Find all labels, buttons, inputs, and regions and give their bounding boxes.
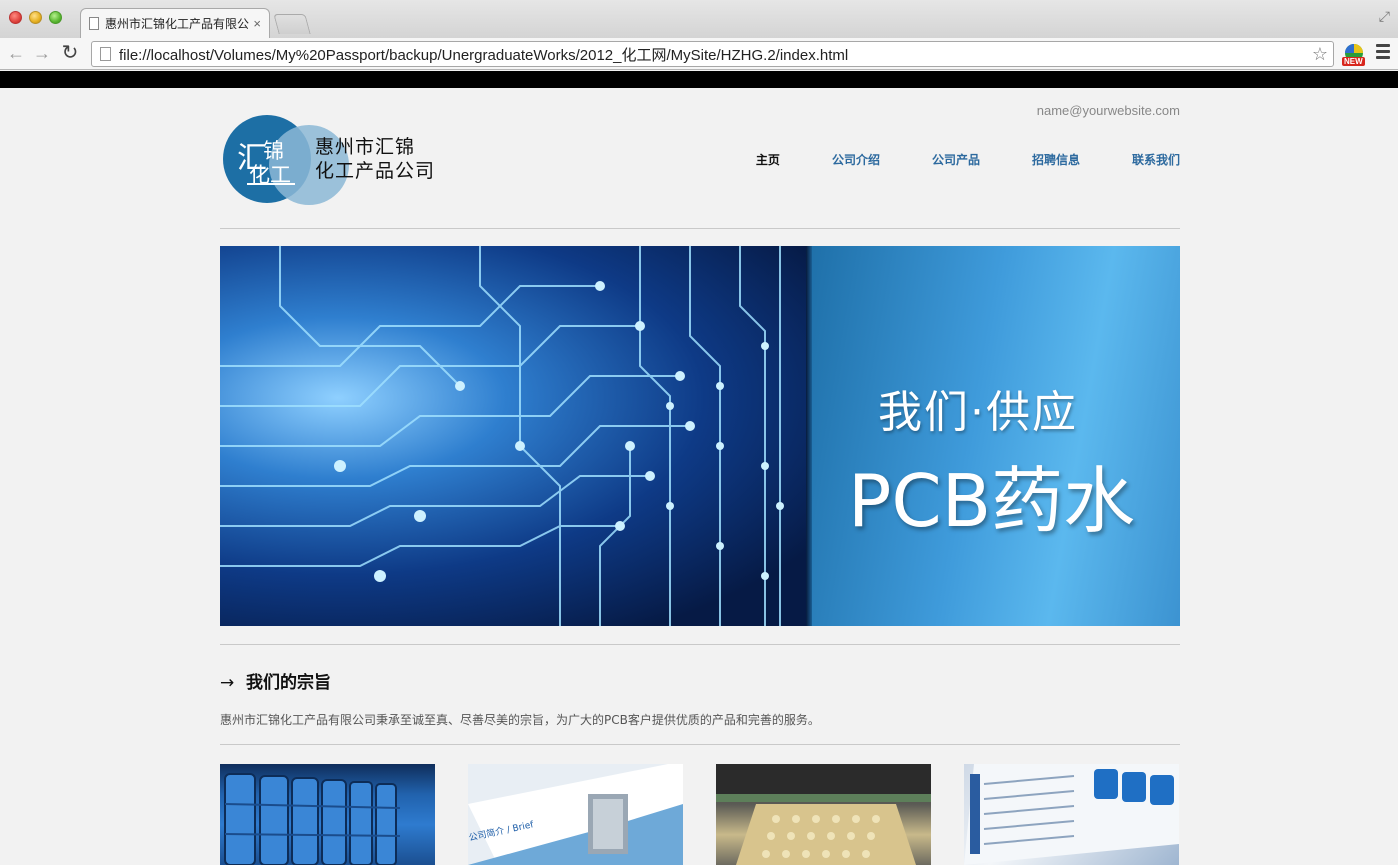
fullscreen-icon[interactable]: ⤢ xyxy=(1379,8,1390,25)
menu-icon[interactable] xyxy=(1376,44,1390,62)
browser-tabstrip: 惠州市汇锦化工产品有限公司 × ⤢ xyxy=(0,0,1398,38)
zoom-window-button[interactable] xyxy=(49,11,62,24)
nav-jobs[interactable]: 招聘信息 xyxy=(1032,151,1080,168)
section-heading: → 我们的宗旨 xyxy=(220,668,331,693)
thumbnail-row: 公司简介 / Brief xyxy=(220,764,1180,865)
logo-line-1: 惠州市汇锦 xyxy=(315,136,416,158)
tab-title: 惠州市汇锦化工产品有限公司 xyxy=(105,17,250,31)
nav-home[interactable]: 主页 xyxy=(756,151,780,168)
company-logo[interactable]: 汇 锦 化工 惠州市汇锦 化工产品公司 xyxy=(223,115,443,205)
hero-banner: 我们·供应 PCB药水 xyxy=(220,246,1180,626)
divider xyxy=(220,744,1180,745)
minimize-window-button[interactable] xyxy=(29,11,42,24)
page-icon xyxy=(100,47,111,61)
nav-products[interactable]: 公司产品 xyxy=(932,151,980,168)
browser-toolbar: ← → ↻ file://localhost/Volumes/My%20Pass… xyxy=(0,38,1398,70)
thumbnail-company-brochure[interactable]: 公司简介 / Brief xyxy=(468,764,683,865)
page-container: name@yourwebsite.com 汇 锦 化工 惠州市汇锦 化工产品公司… xyxy=(220,88,1180,865)
back-arrow-icon[interactable]: ← xyxy=(4,41,28,65)
circuit-board-image xyxy=(220,246,810,626)
logo-line-2: 化工产品公司 xyxy=(315,160,436,182)
nav-contact[interactable]: 联系我们 xyxy=(1132,151,1180,168)
thumbnail-chemical-drums[interactable] xyxy=(220,764,435,865)
main-nav: 主页 公司介绍 公司产品 招聘信息 联系我们 xyxy=(704,151,1180,168)
right-arrow-icon: → xyxy=(220,673,235,693)
banner-product: PCB药水 xyxy=(848,459,1136,543)
section-description: 惠州市汇锦化工产品有限公司秉承至诚至真、尽善尽美的宗旨，为广大的PCB客户提供优… xyxy=(220,713,820,727)
header-email[interactable]: name@yourwebsite.com xyxy=(1037,103,1180,118)
extension-new-badge: NEW xyxy=(1342,57,1365,66)
reload-icon[interactable]: ↻ xyxy=(58,41,82,65)
thumbnail-product-catalog[interactable] xyxy=(964,764,1179,865)
url-text[interactable]: file://localhost/Volumes/My%20Passport/b… xyxy=(119,44,1307,65)
nav-about[interactable]: 公司介绍 xyxy=(832,151,880,168)
forward-arrow-icon[interactable]: → xyxy=(30,41,54,65)
section-title-text: 我们的宗旨 xyxy=(246,673,331,693)
close-window-button[interactable] xyxy=(9,11,22,24)
divider xyxy=(220,644,1180,645)
banner-headline: 我们·供应 xyxy=(878,387,1078,438)
page-icon xyxy=(89,17,99,30)
address-bar[interactable]: file://localhost/Volumes/My%20Passport/b… xyxy=(91,41,1334,67)
logo-underline xyxy=(247,183,295,185)
browser-tab[interactable]: 惠州市汇锦化工产品有限公司 × xyxy=(80,8,270,38)
bookmark-star-icon[interactable]: ☆ xyxy=(1307,44,1333,65)
new-tab-button[interactable] xyxy=(273,14,311,34)
tab-close-icon[interactable]: × xyxy=(253,16,261,31)
divider xyxy=(220,228,1180,229)
banner-edge xyxy=(806,246,812,626)
thumbnail-pcb-machine[interactable] xyxy=(716,764,931,865)
top-black-bar xyxy=(0,71,1398,88)
logo-wordmark: 惠州市汇锦 化工产品公司 xyxy=(315,135,435,183)
